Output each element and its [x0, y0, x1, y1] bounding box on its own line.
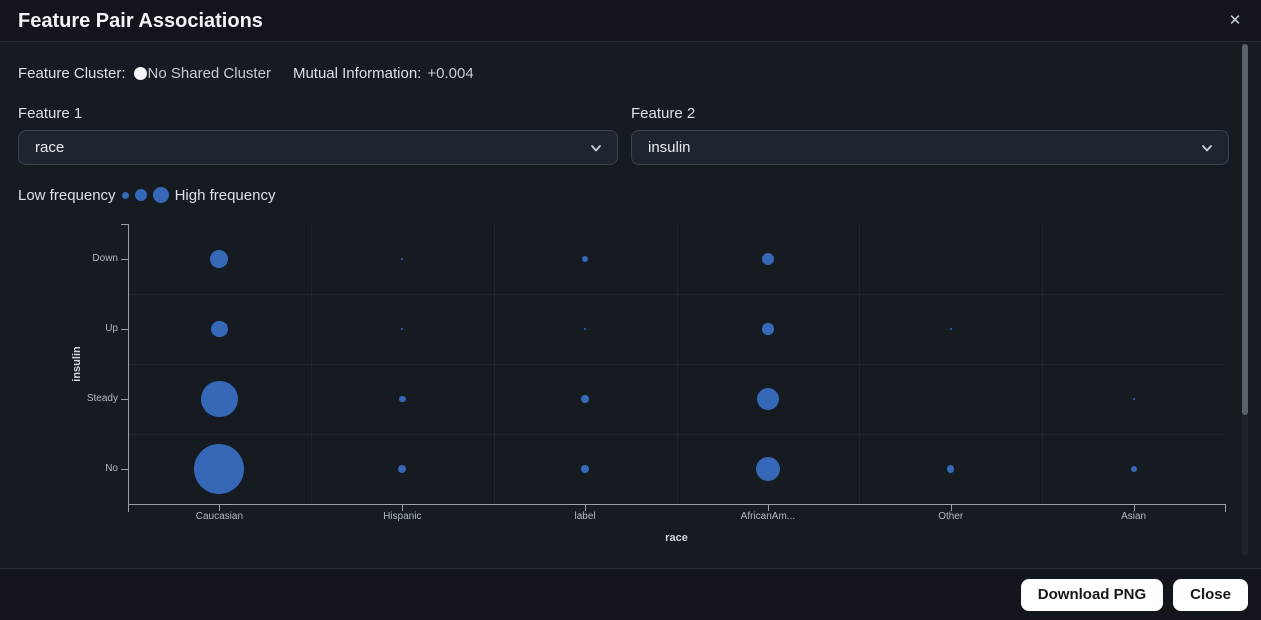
- bubble-mark: [210, 250, 229, 268]
- bubble-mark: [1132, 398, 1135, 400]
- y-tick: [121, 259, 128, 260]
- y-tick: [121, 399, 128, 400]
- download-png-button[interactable]: Download PNG: [1020, 578, 1164, 611]
- bubble-mark: [949, 328, 952, 330]
- y-tick: [121, 469, 128, 470]
- scrollbar-thumb[interactable]: [1242, 44, 1248, 415]
- bubble-mark: [584, 328, 587, 330]
- bubble-mark: [581, 395, 589, 403]
- bubble-mark: [582, 256, 589, 262]
- modal-footer: Download PNG Close: [0, 568, 1261, 620]
- y-tick-label: Down: [92, 253, 118, 264]
- x-tick-label: AfricanAm...: [740, 511, 796, 522]
- bubble-mark: [755, 456, 781, 482]
- bubble-mark: [762, 323, 774, 335]
- bubble-mark: [947, 465, 955, 473]
- y-tick-label: Steady: [86, 393, 118, 404]
- bubble-mark: [1130, 466, 1137, 472]
- x-axis-line: [128, 504, 1226, 505]
- y-axis-line: [128, 224, 129, 505]
- y-tick-label: No: [105, 463, 118, 474]
- y-axis-end-tick: [121, 224, 128, 225]
- bubble-mark: [201, 380, 238, 418]
- horizontal-gridline: [128, 434, 1225, 435]
- x-tick-label: Caucasian: [195, 511, 244, 522]
- y-tick: [121, 329, 128, 330]
- x-tick-label: Hispanic: [383, 511, 422, 522]
- x-axis-end-tick: [1225, 504, 1226, 512]
- bubble-mark: [194, 444, 245, 494]
- x-axis-title: race: [665, 532, 688, 544]
- bubble-mark: [398, 395, 406, 403]
- bubble-mark: [756, 388, 779, 410]
- x-tick-label: Other: [938, 511, 964, 522]
- horizontal-gridline: [128, 294, 1225, 295]
- feature-pair-associations-modal: Feature Pair Associations ✕ Feature Clus…: [0, 0, 1261, 620]
- bubble-mark: [761, 252, 775, 266]
- bubble-chart: Caucasian Hispanic label AfricanAm... Other A…: [0, 0, 1261, 620]
- bubble-mark: [398, 465, 407, 473]
- y-axis-title: insulin: [71, 346, 83, 382]
- x-axis-end-tick: [128, 504, 129, 512]
- bubble-mark: [211, 320, 228, 338]
- bubble-mark: [401, 258, 404, 260]
- bubble-mark: [401, 328, 404, 330]
- close-button[interactable]: Close: [1173, 578, 1248, 611]
- y-tick-label: Up: [105, 323, 118, 334]
- x-tick-label: label: [574, 511, 596, 522]
- bubble-mark: [581, 465, 589, 473]
- x-tick-label: Asian: [1121, 511, 1147, 522]
- horizontal-gridline: [128, 364, 1225, 365]
